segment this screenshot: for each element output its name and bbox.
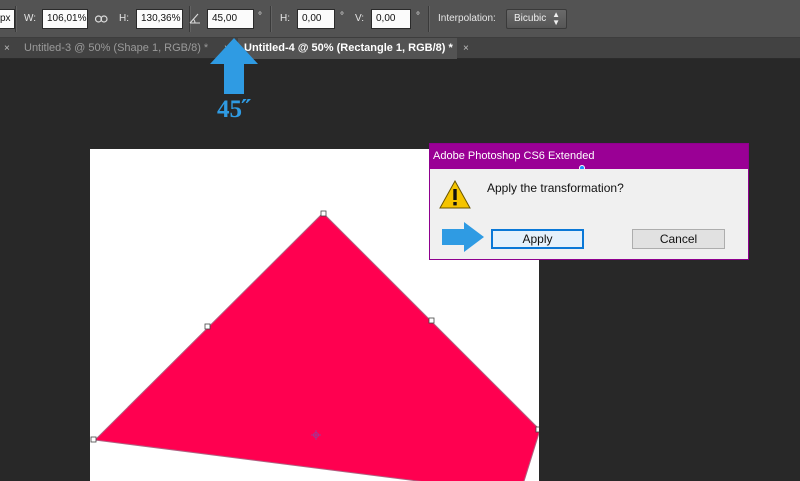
width-input[interactable]: 106,01% — [42, 9, 88, 29]
horizontal-skew-label: H: — [280, 13, 290, 24]
tab-label: Untitled-3 @ 50% (Shape 1, RGB/8) * — [24, 42, 209, 54]
transform-handle[interactable] — [204, 323, 211, 330]
interpolation-select[interactable]: Bicubic ▲ ▼ — [506, 9, 567, 29]
height-input[interactable]: 130,36% — [136, 9, 183, 29]
angle-annotation-text: 45˝ — [217, 96, 251, 123]
rotate-angle-input[interactable]: 45,00 — [207, 9, 254, 29]
transform-handle[interactable] — [535, 426, 539, 433]
transform-handle[interactable] — [90, 436, 97, 443]
interpolation-label: Interpolation: — [438, 13, 496, 24]
close-tab-icon[interactable]: × — [463, 38, 469, 59]
link-icon[interactable] — [95, 14, 108, 24]
x-position-field[interactable]: px — [0, 9, 15, 29]
dialog-message: Apply the transformation? — [487, 181, 624, 195]
px-unit-text: px — [0, 13, 11, 24]
angle-degree-unit: ° — [258, 11, 262, 22]
toolbar-separator — [15, 6, 17, 32]
dialog-title: Adobe Photoshop CS6 Extended — [433, 150, 595, 162]
vertical-skew-input[interactable]: 0,00 — [371, 9, 411, 29]
up-arrow-annotation-icon — [210, 38, 258, 94]
updown-arrows-icon: ▲ ▼ — [552, 10, 560, 27]
right-arrow-annotation-icon — [442, 222, 484, 252]
document-tab-bar: × Untitled-3 @ 50% (Shape 1, RGB/8) * × … — [0, 38, 800, 59]
toolbar-separator — [270, 6, 272, 32]
apply-button[interactable]: Apply — [491, 229, 584, 249]
height-label: H: — [119, 13, 129, 24]
toolbar-separator — [428, 6, 430, 32]
interpolation-value: Bicubic — [514, 13, 547, 24]
apply-transformation-dialog: Adobe Photoshop CS6 Extended Apply the t… — [429, 143, 749, 260]
tab-label: Untitled-4 @ 50% (Rectangle 1, RGB/8) * — [244, 42, 453, 54]
dialog-body: Apply the transformation? Apply Cancel — [430, 169, 748, 259]
vertical-skew-label: V: — [355, 13, 365, 24]
dialog-title-bar[interactable]: Adobe Photoshop CS6 Extended — [430, 144, 748, 169]
width-label: W: — [24, 13, 37, 24]
hskew-degree-unit: ° — [340, 11, 344, 22]
transform-handle[interactable] — [320, 210, 327, 217]
warning-icon — [439, 180, 471, 209]
transform-handle[interactable] — [428, 317, 435, 324]
tab-untitled-3[interactable]: Untitled-3 @ 50% (Shape 1, RGB/8) * — [24, 38, 208, 59]
horizontal-skew-input[interactable]: 0,00 — [297, 9, 335, 29]
rotate-angle-icon — [189, 13, 200, 24]
options-toolbar: px W: 106,01% H: 130,36% 45,00 ° H: 0,00… — [0, 0, 800, 38]
cancel-button[interactable]: Cancel — [632, 229, 725, 249]
close-tab-icon[interactable]: × — [4, 38, 10, 59]
vskew-degree-unit: ° — [416, 11, 420, 22]
tab-untitled-4[interactable]: Untitled-4 @ 50% (Rectangle 1, RGB/8) * — [238, 38, 457, 59]
